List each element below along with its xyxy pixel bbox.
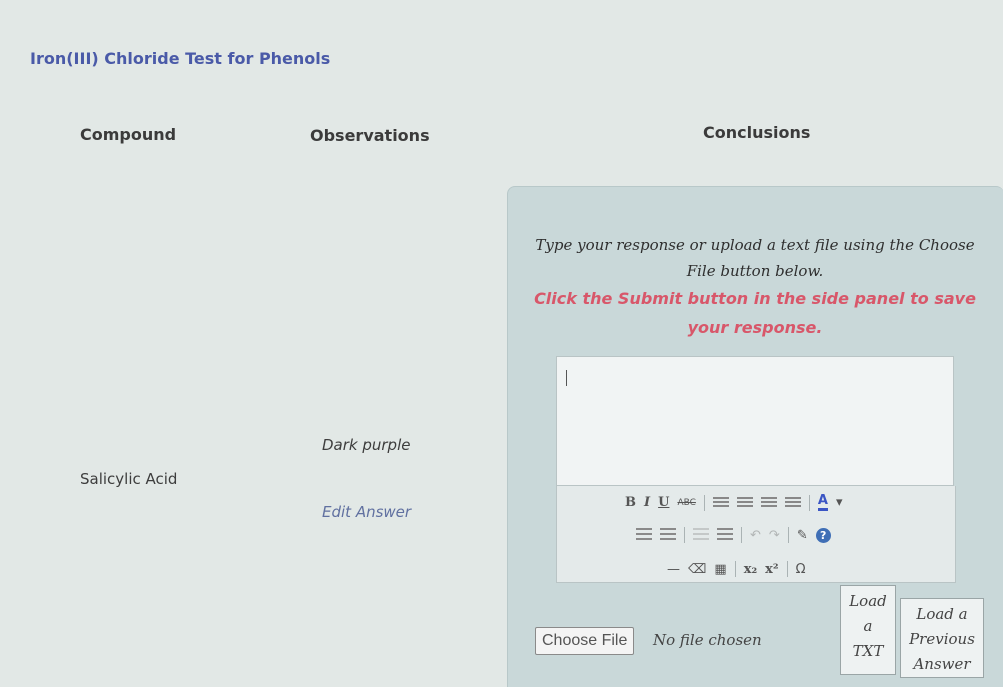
- choose-file-button[interactable]: Choose File: [535, 627, 635, 655]
- load-txt-line-1: Load: [849, 592, 887, 610]
- italic-button[interactable]: I: [644, 495, 650, 510]
- toolbar-separator: [734, 561, 736, 577]
- toolbar-row-3: — ⌫ ▦ x₂ x² Ω: [667, 561, 806, 577]
- superscript-button[interactable]: x²: [765, 562, 778, 577]
- load-previous-answer-button[interactable]: Load a Previous Answer: [900, 598, 984, 678]
- strikethrough-button[interactable]: ABC: [677, 498, 695, 508]
- table-icon[interactable]: ▦: [714, 562, 726, 577]
- load-previous-line-2: Previous: [909, 630, 975, 648]
- numbered-list-icon[interactable]: [660, 528, 676, 542]
- toolbar-row-1: B I U ABC A ▾: [625, 494, 843, 511]
- align-left-icon[interactable]: [712, 496, 729, 509]
- load-txt-line-3: TXT: [852, 642, 884, 660]
- toolbar-separator: [684, 527, 685, 543]
- align-right-icon[interactable]: [760, 496, 777, 509]
- section-title: Iron(III) Chloride Test for Phenols: [30, 49, 331, 68]
- font-color-dropdown-icon[interactable]: ▾: [836, 495, 843, 510]
- align-center-icon[interactable]: [736, 496, 753, 509]
- load-txt-line-2: a: [863, 617, 873, 635]
- horizontal-rule-icon[interactable]: —: [667, 562, 680, 577]
- toolbar-separator: [786, 561, 788, 577]
- response-editor[interactable]: [556, 356, 954, 486]
- bulleted-list-icon[interactable]: [636, 528, 652, 542]
- underline-button[interactable]: U: [658, 495, 669, 510]
- load-previous-line-1: Load a: [916, 605, 968, 623]
- bold-button[interactable]: B: [625, 495, 636, 510]
- undo-icon[interactable]: ↶: [750, 528, 761, 543]
- observation-value: Dark purple: [322, 436, 411, 454]
- text-caret: [566, 370, 567, 386]
- load-previous-line-3: Answer: [913, 655, 971, 673]
- column-header-observations: Observations: [310, 126, 430, 145]
- redo-icon[interactable]: ↷: [769, 528, 780, 543]
- toolbar-separator: [741, 527, 742, 543]
- instruction-line-1: Type your response or upload a text file…: [535, 236, 975, 254]
- column-header-compound: Compound: [80, 125, 177, 144]
- compound-name: Salicylic Acid: [80, 470, 178, 488]
- outdent-icon[interactable]: [693, 528, 709, 542]
- subscript-button[interactable]: x₂: [744, 562, 757, 577]
- warning-line-2: your response.: [687, 318, 823, 337]
- column-header-conclusions: Conclusions: [703, 123, 811, 142]
- submit-warning: Click the Submit button in the side pane…: [530, 284, 980, 342]
- warning-line-1: Click the Submit button in the side pane…: [534, 289, 976, 308]
- clean-format-icon[interactable]: ✎: [797, 528, 808, 543]
- font-color-button[interactable]: A: [817, 494, 828, 511]
- response-instructions: Type your response or upload a text file…: [530, 232, 980, 284]
- instruction-line-2: File button below.: [686, 262, 824, 280]
- load-txt-button[interactable]: Load a TXT: [840, 585, 896, 675]
- toolbar-separator: [808, 494, 810, 511]
- toolbar-separator: [787, 527, 789, 543]
- special-character-button[interactable]: Ω: [796, 562, 806, 577]
- edit-answer-link[interactable]: Edit Answer: [322, 503, 411, 521]
- toolbar-separator: [703, 494, 705, 511]
- help-icon[interactable]: ?: [815, 527, 831, 543]
- toolbar-row-2: ↶ ↷ ✎ ?: [636, 527, 831, 543]
- file-status: No file chosen: [653, 631, 762, 649]
- indent-icon[interactable]: [717, 528, 733, 542]
- align-justify-icon[interactable]: [784, 496, 801, 509]
- eraser-icon[interactable]: ⌫: [688, 562, 706, 577]
